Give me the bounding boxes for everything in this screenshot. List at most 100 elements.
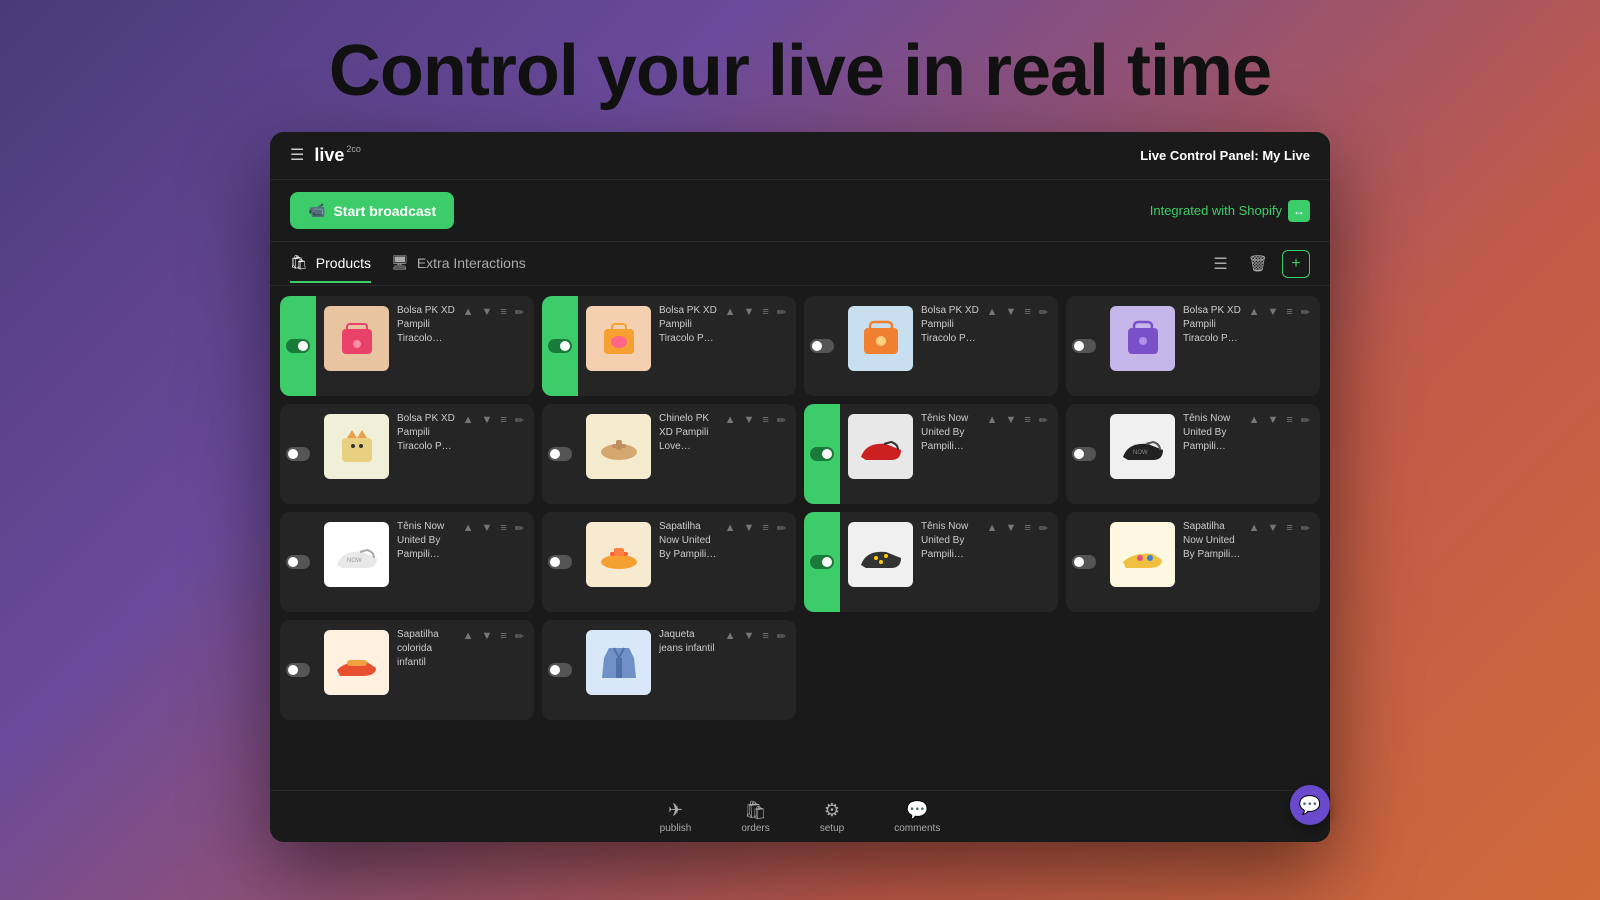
move-down-button[interactable]: ▼ bbox=[741, 412, 756, 428]
move-up-button[interactable]: ▲ bbox=[461, 628, 476, 644]
move-up-button[interactable]: ▲ bbox=[461, 520, 476, 536]
nav-item-orders[interactable]: 🛍 orders bbox=[741, 800, 769, 834]
move-down-button[interactable]: ▼ bbox=[741, 304, 756, 320]
product-toggle[interactable] bbox=[548, 339, 572, 353]
list-button[interactable]: ≡ bbox=[498, 412, 508, 428]
product-name: Tênis Now United By Pampili Infantil Fem… bbox=[921, 412, 981, 454]
nav-item-comments[interactable]: 💬 comments bbox=[894, 800, 940, 834]
product-toggle[interactable] bbox=[810, 555, 834, 569]
tab-products[interactable]: 🛍 Products bbox=[290, 244, 371, 283]
product-toggle[interactable] bbox=[810, 447, 834, 461]
list-button[interactable]: ≡ bbox=[498, 628, 508, 644]
move-up-button[interactable]: ▲ bbox=[1247, 304, 1262, 320]
move-up-button[interactable]: ▲ bbox=[723, 412, 738, 428]
product-toggle[interactable] bbox=[286, 555, 310, 569]
tab-extra-interactions[interactable]: 🖥 Extra Interactions bbox=[391, 244, 526, 283]
menu-icon[interactable]: ☰ bbox=[290, 145, 304, 165]
edit-button[interactable]: ✏ bbox=[513, 520, 526, 537]
edit-button[interactable]: ✏ bbox=[1037, 304, 1050, 321]
product-info: Sapatilha Now United By Pampili Infantil… bbox=[659, 512, 723, 612]
chat-bubble-button[interactable]: 💬 bbox=[1290, 785, 1330, 825]
tabs-left: 🛍 Products 🖥 Extra Interactions bbox=[290, 244, 526, 283]
move-up-button[interactable]: ▲ bbox=[461, 412, 476, 428]
move-down-button[interactable]: ▼ bbox=[479, 304, 494, 320]
move-up-button[interactable]: ▲ bbox=[723, 628, 738, 644]
move-down-button[interactable]: ▼ bbox=[479, 412, 494, 428]
edit-button[interactable]: ✏ bbox=[775, 520, 788, 537]
edit-button[interactable]: ✏ bbox=[1299, 412, 1312, 429]
move-down-button[interactable]: ▼ bbox=[741, 520, 756, 536]
start-broadcast-button[interactable]: 📹 Start broadcast bbox=[290, 192, 454, 229]
move-up-button[interactable]: ▲ bbox=[1247, 412, 1262, 428]
move-down-button[interactable]: ▼ bbox=[1003, 304, 1018, 320]
product-info: Jaqueta jeans infantil bbox=[659, 620, 723, 720]
move-up-button[interactable]: ▲ bbox=[1247, 520, 1262, 536]
product-toggle[interactable] bbox=[548, 663, 572, 677]
edit-button[interactable]: ✏ bbox=[775, 628, 788, 645]
product-active-bar bbox=[804, 296, 840, 396]
product-name: Tênis Now United By Pampili Infantil Fem… bbox=[921, 520, 981, 562]
toolbar: 📹 Start broadcast Integrated with Shopif… bbox=[270, 180, 1330, 242]
nav-item-publish[interactable]: ✈ publish bbox=[660, 800, 692, 834]
product-active-bar bbox=[804, 512, 840, 612]
nav-icon-orders: 🛍 bbox=[744, 800, 767, 821]
list-button[interactable]: ≡ bbox=[760, 628, 770, 644]
product-toggle[interactable] bbox=[1072, 447, 1096, 461]
move-down-button[interactable]: ▼ bbox=[741, 628, 756, 644]
logo-superscript: 2co bbox=[346, 144, 361, 159]
move-down-button[interactable]: ▼ bbox=[479, 520, 494, 536]
move-up-button[interactable]: ▲ bbox=[461, 304, 476, 320]
move-up-button[interactable]: ▲ bbox=[985, 412, 1000, 428]
product-toggle[interactable] bbox=[286, 447, 310, 461]
list-button[interactable]: ≡ bbox=[1284, 412, 1294, 428]
nav-icon-setup: ⚙ bbox=[824, 800, 840, 821]
move-up-button[interactable]: ▲ bbox=[723, 304, 738, 320]
list-button[interactable]: ≡ bbox=[1022, 304, 1032, 320]
edit-button[interactable]: ✏ bbox=[1037, 412, 1050, 429]
move-down-button[interactable]: ▼ bbox=[479, 628, 494, 644]
list-button[interactable]: ≡ bbox=[1022, 412, 1032, 428]
product-actions: ▲ ▼ ≡ ✏ bbox=[461, 512, 534, 612]
move-down-button[interactable]: ▼ bbox=[1003, 412, 1018, 428]
edit-button[interactable]: ✏ bbox=[775, 304, 788, 321]
product-toggle[interactable] bbox=[548, 555, 572, 569]
list-button[interactable]: ≡ bbox=[498, 520, 508, 536]
edit-button[interactable]: ✏ bbox=[1299, 520, 1312, 537]
shopify-arrow-icon[interactable]: ↔ bbox=[1288, 200, 1310, 222]
move-down-button[interactable]: ▼ bbox=[1003, 520, 1018, 536]
product-toggle[interactable] bbox=[810, 339, 834, 353]
edit-button[interactable]: ✏ bbox=[775, 412, 788, 429]
list-button[interactable]: ≡ bbox=[1284, 520, 1294, 536]
move-down-button[interactable]: ▼ bbox=[1265, 520, 1280, 536]
product-toggle[interactable] bbox=[286, 339, 310, 353]
move-up-button[interactable]: ▲ bbox=[985, 304, 1000, 320]
product-card: Sapatilha Now United By Pampili Infantil… bbox=[542, 512, 796, 612]
nav-item-setup[interactable]: ⚙ setup bbox=[820, 800, 844, 834]
edit-button[interactable]: ✏ bbox=[513, 628, 526, 645]
product-toggle[interactable] bbox=[1072, 555, 1096, 569]
product-toggle[interactable] bbox=[286, 663, 310, 677]
list-button[interactable]: ≡ bbox=[1022, 520, 1032, 536]
product-actions: ▲ ▼ ≡ ✏ bbox=[723, 296, 796, 396]
move-down-button[interactable]: ▼ bbox=[1265, 412, 1280, 428]
edit-button[interactable]: ✏ bbox=[513, 304, 526, 321]
nav-icon-comments: 💬 bbox=[906, 800, 928, 821]
product-active-bar bbox=[804, 404, 840, 504]
list-button[interactable]: ≡ bbox=[1284, 304, 1294, 320]
move-up-button[interactable]: ▲ bbox=[723, 520, 738, 536]
list-button[interactable]: ≡ bbox=[760, 412, 770, 428]
edit-button[interactable]: ✏ bbox=[1037, 520, 1050, 537]
product-toggle[interactable] bbox=[548, 447, 572, 461]
move-up-button[interactable]: ▲ bbox=[985, 520, 1000, 536]
list-button[interactable]: ≡ bbox=[498, 304, 508, 320]
list-button[interactable]: ≡ bbox=[760, 304, 770, 320]
delete-button[interactable]: 🗑 bbox=[1242, 248, 1274, 280]
product-toggle[interactable] bbox=[1072, 339, 1096, 353]
product-actions: ▲ ▼ ≡ ✏ bbox=[723, 620, 796, 720]
list-view-button[interactable]: ☰ bbox=[1207, 248, 1233, 280]
edit-button[interactable]: ✏ bbox=[1299, 304, 1312, 321]
move-down-button[interactable]: ▼ bbox=[1265, 304, 1280, 320]
list-button[interactable]: ≡ bbox=[760, 520, 770, 536]
edit-button[interactable]: ✏ bbox=[513, 412, 526, 429]
add-product-button[interactable]: + bbox=[1282, 250, 1310, 278]
